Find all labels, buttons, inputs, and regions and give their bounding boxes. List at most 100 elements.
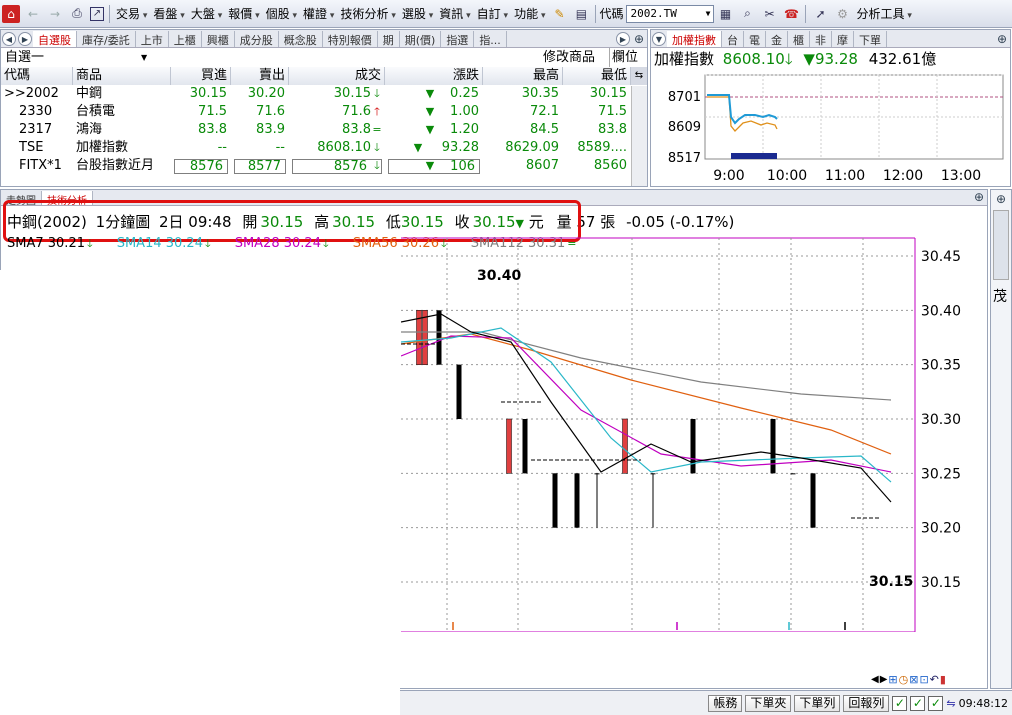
side-scrollbar[interactable] (993, 210, 1009, 280)
table-row[interactable]: 2330 台積電 71.5 71.6 71.6 🡑 1.00 ▼ 72.1 71.5 (1, 103, 631, 121)
menu-market[interactable]: 大盤 (188, 5, 225, 22)
tab-prev-icon[interactable]: ◀ (2, 32, 16, 46)
side-panel: ⊕ 茂 (990, 189, 1012, 689)
table-row[interactable]: 2317 鴻海 83.8 83.9 83.8 = 1.20 ▼ 84.5 83.8 (1, 121, 631, 139)
tab-order[interactable]: 下單 (854, 31, 887, 47)
zoom-icon[interactable]: ⊕ (631, 31, 647, 47)
tab-fin[interactable]: 金 (766, 31, 788, 47)
zoom-icon[interactable]: ⊕ (993, 191, 1009, 207)
tab-scroll-icon[interactable]: ▶ (616, 32, 630, 46)
tab-special[interactable]: 特別報價 (323, 31, 378, 47)
tab-tw[interactable]: 台 (722, 31, 744, 47)
tab-emerging[interactable]: 興櫃 (202, 31, 235, 47)
col-last[interactable]: 成交 (289, 67, 385, 85)
chevron-down-icon[interactable]: ▼ (141, 48, 147, 67)
popout-icon[interactable]: ↗ (90, 6, 104, 21)
account-button[interactable]: 帳務 (708, 694, 743, 712)
print-icon[interactable]: ⎙ (68, 5, 86, 23)
tab-futures-price[interactable]: 期(價) (400, 31, 442, 47)
col-ask[interactable]: 賣出 (231, 67, 289, 85)
back-icon[interactable]: ← (24, 5, 42, 23)
pencil-icon[interactable]: ✎ (550, 5, 568, 23)
cell-name: 中鋼 (76, 86, 103, 101)
chart-scroll-left-icon[interactable]: ◀ (871, 674, 879, 685)
col-low[interactable]: 最低 (563, 67, 631, 85)
tab-watchlist[interactable]: 自選股 (33, 31, 77, 47)
menu-trade[interactable]: 交易 (113, 5, 150, 22)
group-select[interactable]: 自選一 (5, 48, 44, 67)
pointer-icon[interactable]: ➚ (811, 5, 829, 23)
col-name[interactable]: 商品 (73, 67, 171, 85)
menu-info[interactable]: 資訊 (436, 5, 473, 22)
home-icon[interactable]: ⌂ (2, 4, 20, 23)
menu-warrant[interactable]: 權證 (300, 5, 337, 22)
scroll-up-icon[interactable]: ⇆ (631, 67, 647, 85)
search-icon[interactable]: ⌕ (738, 5, 756, 23)
chart-bar-icon[interactable]: ▮ (940, 673, 946, 686)
code-label: 代碼 (599, 7, 624, 21)
menu-screener[interactable]: 選股 (399, 5, 436, 22)
col-change[interactable]: 漲跌 (385, 67, 483, 85)
notepad-icon[interactable]: ▤ (572, 5, 590, 23)
field-button[interactable]: 欄位 (609, 48, 638, 67)
tab-elec[interactable]: 電 (744, 31, 766, 47)
status-check-2[interactable]: ✓ (910, 695, 926, 711)
cell-change: 93.28 (441, 140, 479, 155)
chart-clock-icon[interactable]: ◷ (899, 673, 909, 686)
tab-msci[interactable]: 摩 (832, 31, 854, 47)
modify-button[interactable]: 修改商品 (543, 48, 595, 67)
tab-futures[interactable]: 期 (378, 31, 400, 47)
chart-undo-icon[interactable]: ↶ (930, 673, 939, 686)
chevron-down-icon[interactable]: ▼ (706, 9, 711, 18)
col-code[interactable]: 代碼 (1, 67, 73, 85)
forward-icon[interactable]: → (46, 5, 64, 23)
table-row[interactable]: >>2002 中鋼 30.15 30.20 30.15 🡓 0.25 ▼ 30.35 30.15 (1, 85, 631, 103)
tab-listed[interactable]: 上市 (136, 31, 169, 47)
report-bar-button[interactable]: 回報列 (843, 694, 890, 712)
col-high[interactable]: 最高 (483, 67, 563, 85)
tools-icon[interactable]: ✂ (760, 5, 778, 23)
chart-scroll-right-icon[interactable]: ▶ (880, 674, 888, 685)
menu-analysis-tools[interactable]: 分析工具 (853, 5, 914, 22)
table-row[interactable]: TSE 加權指數 -- -- 8608.10 🡓 93.28 ▼ 8629.09 8589.... (1, 139, 631, 157)
tab-inventory[interactable]: 庫存/委託 (77, 31, 136, 47)
tab-more[interactable]: 指... (474, 31, 507, 47)
alert-icon[interactable]: ☎ (782, 5, 800, 23)
candle-body (552, 473, 558, 528)
tab-components[interactable]: 成分股 (235, 31, 279, 47)
order-bar-button[interactable]: 下單列 (794, 694, 841, 712)
col-bid[interactable]: 買進 (171, 67, 231, 85)
chart-type-icon[interactable]: ⊞ (888, 673, 897, 686)
status-check-1[interactable]: ✓ (892, 695, 908, 711)
tab-index-options[interactable]: 指選 (441, 31, 475, 47)
code-input[interactable]: 2002.TW ▼ (626, 4, 715, 23)
tab-otc-index[interactable]: 櫃 (788, 31, 810, 47)
menu-stock[interactable]: 個股 (263, 5, 300, 22)
tab-taiex[interactable]: 加權指數 (667, 31, 722, 47)
tab-otc[interactable]: 上櫃 (169, 31, 202, 47)
arrow-down-icon: 🡓 (374, 87, 380, 100)
toolbar-divider (805, 4, 807, 23)
tab-dropdown-icon[interactable]: ▼ (652, 32, 666, 46)
scrollbar[interactable] (631, 86, 647, 186)
tab-concept[interactable]: 概念股 (279, 31, 323, 47)
menu-technical[interactable]: 技術分析 (337, 5, 398, 22)
menu-watch[interactable]: 看盤 (150, 5, 187, 22)
tab-nonfin[interactable]: 非 (810, 31, 832, 47)
settings-icon[interactable]: ⚙ (833, 5, 851, 23)
chart-icon[interactable]: ▦ (716, 5, 734, 23)
arrow-down-icon: 🡓 (86, 237, 93, 250)
table-row[interactable]: FITX*1 台股指數近月 8576 8577 8576 🡓 106 ▼ 8607 8560 (1, 157, 631, 175)
tab-next-icon[interactable]: ▶ (18, 32, 32, 46)
chart-fit-icon[interactable]: ⊡ (919, 673, 928, 686)
menu-function[interactable]: 功能 (511, 5, 548, 22)
chart-zoom-icon[interactable]: ⊠ (909, 673, 918, 686)
zoom-icon[interactable]: ⊕ (994, 31, 1010, 47)
index-x-label: 11:00 (825, 168, 865, 184)
status-check-3[interactable]: ✓ (928, 695, 944, 711)
candle-body (622, 418, 628, 474)
order-folder-button[interactable]: 下單夾 (745, 694, 792, 712)
zoom-icon[interactable]: ⊕ (971, 190, 987, 205)
menu-quote[interactable]: 報價 (225, 5, 262, 22)
menu-custom[interactable]: 自訂 (474, 5, 511, 22)
